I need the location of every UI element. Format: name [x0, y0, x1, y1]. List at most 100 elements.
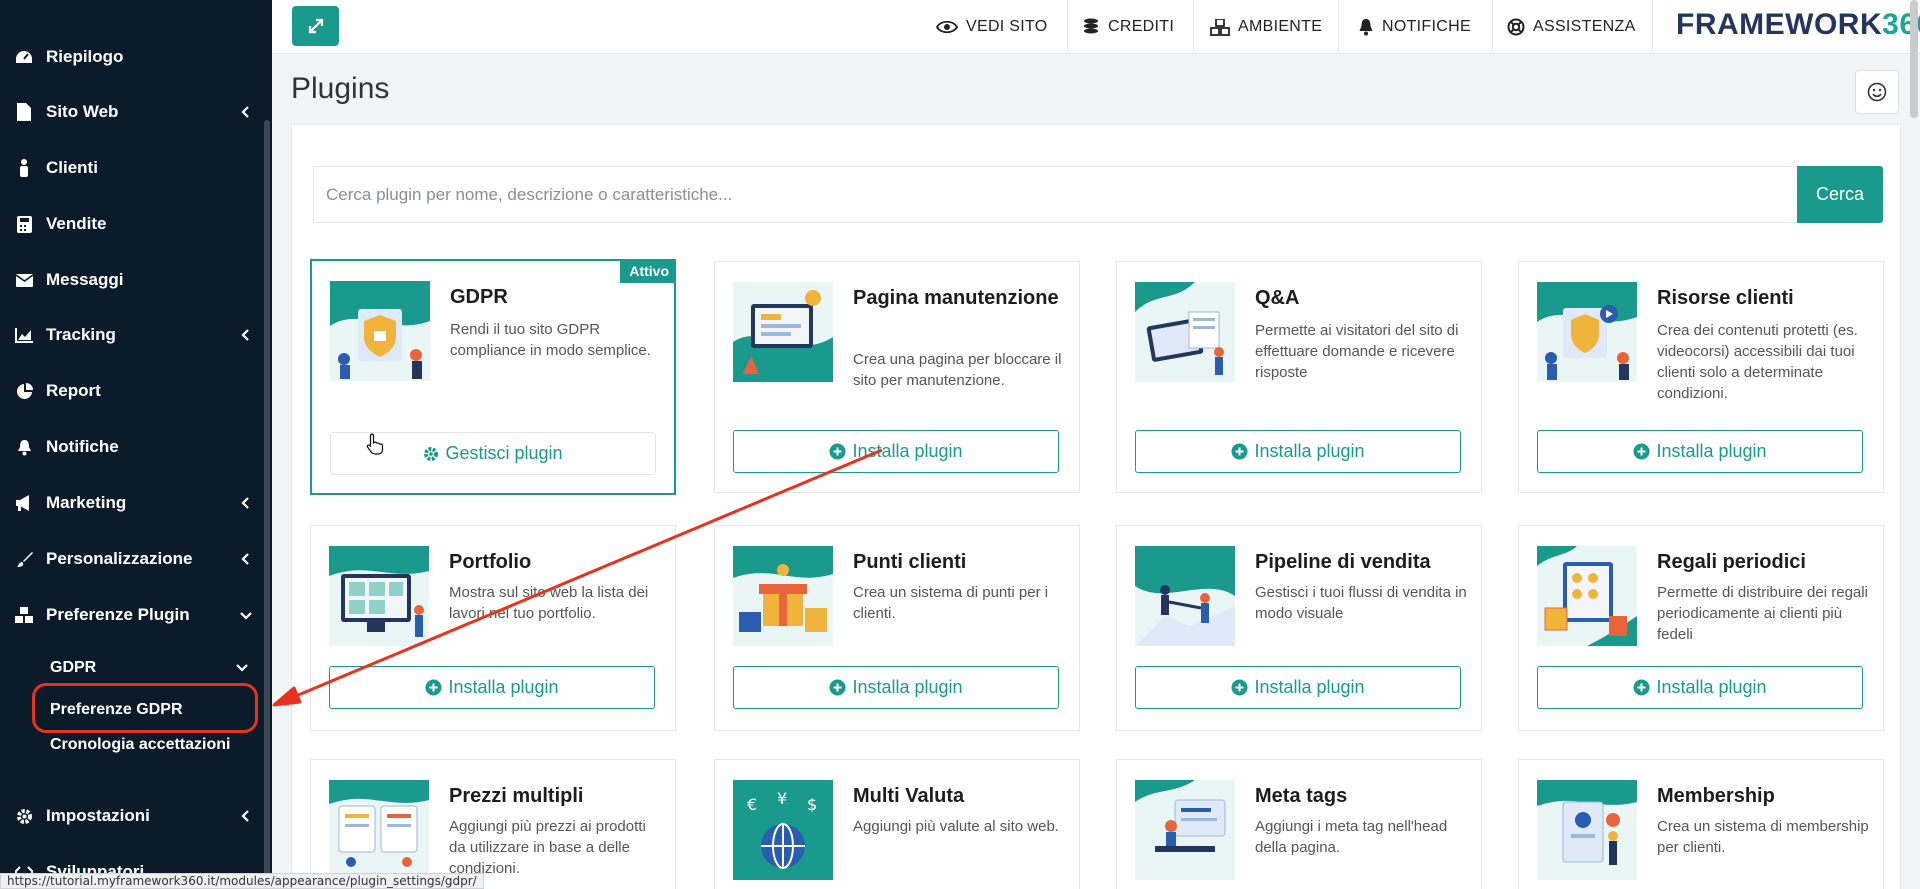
sidebar-subitem-cronologia-accettazioni[interactable]: Cronologia accettazioni	[50, 736, 230, 754]
sidebar-item-label: Riepilogo	[46, 47, 124, 66]
sidebar-item-label: Personalizzazione	[46, 549, 193, 568]
chart-area-icon	[14, 325, 34, 345]
plugin-card-gdpr: Attivo GDPR Rendi il tuo sito GDPR compl…	[310, 259, 676, 495]
sidebar-scrollbar[interactable]	[264, 120, 270, 880]
top-separator	[1492, 0, 1493, 54]
membership-illustration	[1537, 780, 1637, 880]
search-button[interactable]: Cerca	[1797, 166, 1883, 223]
plugin-card-portfolio: Portfolio Mostra sul sito web la lista d…	[310, 525, 676, 731]
pipeline-illustration	[1135, 546, 1235, 646]
sidebar-item-label: Clienti	[46, 158, 98, 177]
sidebar-item-notifiche[interactable]: Notifiche	[14, 431, 254, 463]
plugin-description: Aggiungi i meta tag nell'head della pagi…	[1255, 818, 1448, 856]
file-icon	[14, 102, 34, 122]
plugin-description: Gestisci i tuoi flussi di vendita in mod…	[1255, 584, 1467, 622]
plugin-description: Aggiungi più valute al sito web.	[853, 818, 1059, 835]
chevron-left-icon	[241, 329, 249, 341]
plugin-card-prezzi-multipli: Prezzi multipli Aggiungi più prezzi ai p…	[310, 759, 676, 889]
sidebar-item-preferenze-plugin[interactable]: Preferenze Plugin	[14, 599, 254, 631]
plugin-title: Regali periodici	[1657, 551, 1806, 573]
install-plugin-button[interactable]: Installa plugin	[329, 666, 655, 709]
gear-icon	[14, 806, 34, 826]
plugin-title: Meta tags	[1255, 785, 1348, 807]
plugin-description: Crea dei contenuti protetti (es. videoco…	[1657, 322, 1858, 402]
plugin-title: Q&A	[1255, 287, 1300, 309]
chevron-down-icon	[236, 664, 248, 672]
qa-illustration	[1135, 282, 1235, 382]
status-bar-url: https://tutorial.myframework360.it/modul…	[0, 873, 484, 889]
top-separator	[1193, 0, 1194, 54]
plugin-description: Crea un sistema di membership per client…	[1657, 818, 1869, 856]
dashboard-icon	[14, 47, 34, 67]
sidebar-item-label: Report	[46, 381, 101, 400]
top-separator	[1338, 0, 1339, 54]
prices-illustration	[329, 780, 429, 880]
top-separator	[1652, 0, 1653, 54]
install-plugin-button[interactable]: Installa plugin	[1537, 666, 1863, 709]
sidebar-item-messaggi[interactable]: Messaggi	[14, 264, 254, 296]
install-plugin-button[interactable]: Installa plugin	[1135, 430, 1461, 473]
smile-icon	[1867, 82, 1887, 102]
page-scrollbar[interactable]	[1910, 0, 1918, 118]
plus-circle-icon	[1231, 679, 1248, 696]
sidebar-item-clienti[interactable]: Clienti	[14, 152, 254, 184]
status-badge: Attivo	[620, 259, 676, 283]
feedback-button[interactable]	[1855, 70, 1899, 114]
sidebar-item-riepilogo[interactable]: Riepilogo	[14, 41, 254, 73]
top-link-assistenza[interactable]: ASSISTENZA	[1507, 0, 1636, 54]
sidebar-subgroup-label: GDPR	[50, 659, 97, 676]
button-label: Gestisci plugin	[445, 443, 563, 463]
brush-icon	[14, 549, 34, 569]
plugin-card-qa: Q&A Permette ai visitatori del sito di e…	[1116, 261, 1482, 493]
eye-icon	[936, 20, 958, 34]
top-link-notifiche[interactable]: NOTIFICHE	[1358, 0, 1471, 54]
install-plugin-button[interactable]: Installa plugin	[1135, 666, 1461, 709]
sidebar-item-label: Sito Web	[46, 102, 119, 121]
sidebar-item-vendite[interactable]: Vendite	[14, 208, 254, 240]
plugin-card-punti-clienti: Punti clienti Crea un sistema di punti p…	[714, 525, 1080, 731]
portfolio-illustration	[329, 546, 429, 646]
chevron-down-icon	[240, 612, 252, 620]
plugin-description: Crea una pagina per bloccare il sito per…	[853, 351, 1062, 389]
sidebar-item-label: Messaggi	[46, 270, 124, 289]
plus-circle-icon	[1633, 443, 1650, 460]
sidebar-item-label: Preferenze Plugin	[46, 605, 190, 624]
sidebar-item-impostazioni[interactable]: Impostazioni	[14, 800, 254, 832]
install-plugin-button[interactable]: Installa plugin	[1537, 430, 1863, 473]
gdpr-illustration	[330, 281, 430, 381]
page-title: Plugins	[291, 72, 390, 105]
meta-tags-illustration	[1135, 780, 1235, 880]
plugin-card-multi-valuta: € ¥ $ Multi Valuta Aggiungi più valute al …	[714, 759, 1080, 889]
install-plugin-button[interactable]: Installa plugin	[733, 666, 1059, 709]
sidebar-item-sito-web[interactable]: Sito Web	[14, 96, 254, 128]
top-link-crediti[interactable]: CREDITI	[1082, 0, 1174, 54]
plugin-search-input[interactable]	[313, 166, 1797, 223]
top-link-vedi-sito[interactable]: VEDI SITO	[936, 0, 1048, 54]
plugin-title: Punti clienti	[853, 551, 967, 573]
bell-icon	[14, 437, 34, 457]
top-link-label: NOTIFICHE	[1382, 18, 1471, 35]
plugin-description: Aggiungi più prezzi ai prodotti da utili…	[449, 818, 646, 877]
brand-logo[interactable]: FRAMEWORK360	[1676, 8, 1920, 42]
sidebar-subgroup-gdpr[interactable]: GDPR	[50, 659, 248, 677]
calculator-icon	[14, 214, 34, 234]
sidebar-item-label: Vendite	[46, 214, 107, 233]
plugin-title: Risorse clienti	[1657, 287, 1794, 309]
plus-circle-icon	[829, 679, 846, 696]
fullscreen-button[interactable]	[292, 6, 339, 46]
sidebar-item-personalizzazione[interactable]: Personalizzazione	[14, 543, 254, 575]
top-link-ambiente[interactable]: AMBIENTE	[1210, 0, 1322, 54]
sidebar-item-label: Impostazioni	[46, 806, 150, 825]
bell-icon	[1359, 19, 1373, 36]
envelope-icon	[14, 270, 34, 290]
megaphone-icon	[14, 493, 34, 513]
button-label: Installa plugin	[448, 677, 559, 697]
plugin-card-pagina-manutenzione: Pagina manutenzione Crea una pagina per …	[714, 261, 1080, 493]
sidebar-item-marketing[interactable]: Marketing	[14, 487, 254, 519]
sidebar-item-report[interactable]: Report	[14, 375, 254, 407]
sidebar-item-tracking[interactable]: Tracking	[14, 319, 254, 351]
plugin-title: Membership	[1657, 785, 1775, 807]
install-plugin-button[interactable]: Installa plugin	[733, 430, 1059, 473]
plugin-title: GDPR	[450, 286, 508, 308]
chevron-left-icon	[241, 497, 249, 509]
